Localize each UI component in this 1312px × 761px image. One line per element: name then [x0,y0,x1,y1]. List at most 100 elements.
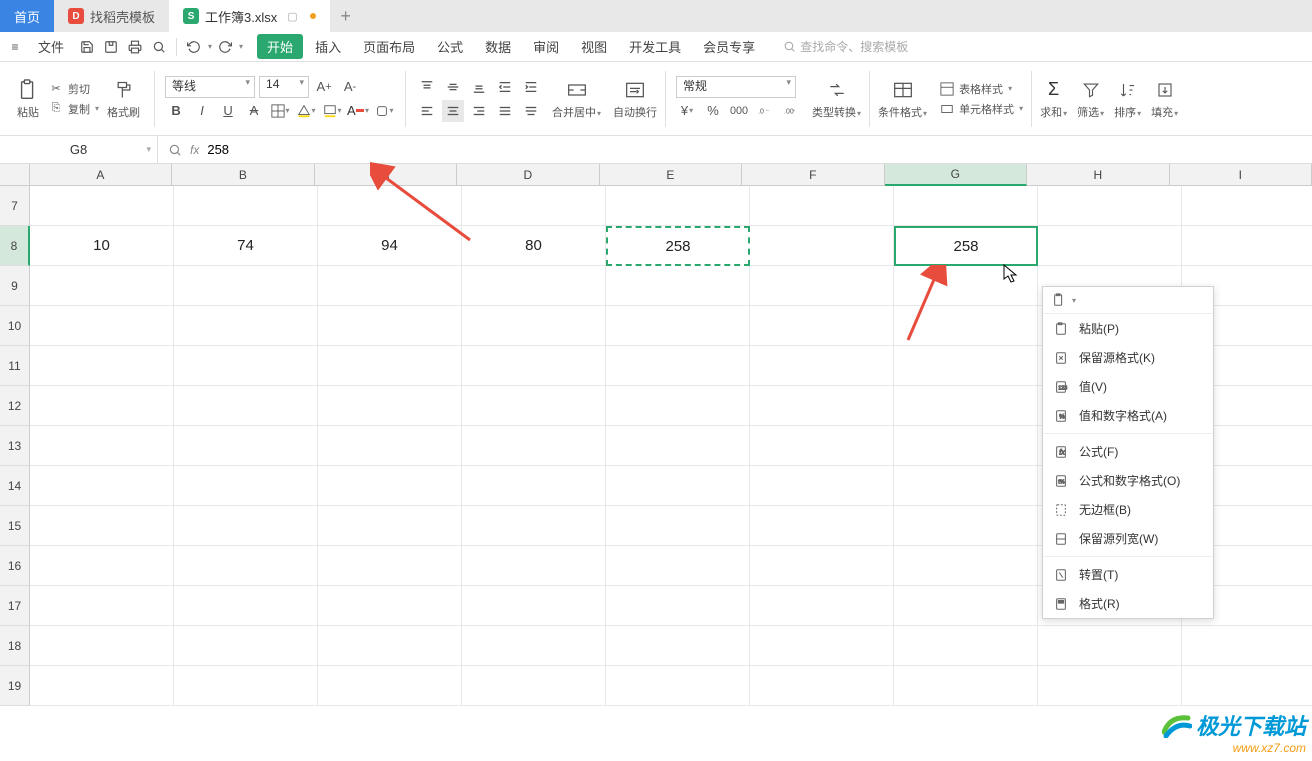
strike-button[interactable]: A [243,100,265,122]
font-color-button[interactable]: A▾ [347,100,369,122]
col-header-f[interactable]: F [742,164,884,186]
cell[interactable] [750,346,894,386]
cell[interactable] [318,306,462,346]
cell[interactable] [750,426,894,466]
cell[interactable] [318,586,462,626]
row-header-10[interactable]: 10 [0,306,30,346]
cell[interactable] [750,386,894,426]
col-header-b[interactable]: B [172,164,314,186]
cell[interactable] [894,426,1038,466]
cell[interactable] [750,586,894,626]
row-header-18[interactable]: 18 [0,626,30,666]
cell[interactable] [606,266,750,306]
indent-inc-button[interactable] [520,76,542,98]
row-header-16[interactable]: 16 [0,546,30,586]
row-header-11[interactable]: 11 [0,346,30,386]
cell[interactable] [606,186,750,226]
cell[interactable] [30,346,174,386]
cell[interactable] [30,266,174,306]
cell[interactable] [894,626,1038,666]
cell[interactable] [894,666,1038,706]
cell[interactable] [462,546,606,586]
review-menu[interactable]: 审阅 [523,33,569,60]
sort-button[interactable]: 排序▾ [1110,76,1145,122]
col-header-h[interactable]: H [1027,164,1169,186]
cell[interactable] [894,546,1038,586]
cell[interactable] [174,266,318,306]
search-box[interactable]: 查找命令、搜索模板 [783,38,908,55]
cell[interactable] [318,626,462,666]
cell[interactable] [1038,186,1182,226]
cell[interactable] [30,506,174,546]
cell[interactable] [174,586,318,626]
insert-menu[interactable]: 插入 [305,33,351,60]
cell[interactable] [318,466,462,506]
cell[interactable] [606,306,750,346]
cell[interactable] [462,386,606,426]
preview-icon[interactable] [148,36,170,58]
font-size-select[interactable]: 14 [259,76,309,98]
file-menu[interactable]: 文件 [28,33,74,60]
cell[interactable] [318,346,462,386]
comma-button[interactable]: 000 [728,100,750,122]
currency-button[interactable]: ¥▾ [676,100,698,122]
layout-menu[interactable]: 页面布局 [353,33,425,60]
cell[interactable] [750,186,894,226]
dec-dec-button[interactable]: .00→ [780,100,802,122]
row-header-15[interactable]: 15 [0,506,30,546]
merge-button[interactable]: 合并居中▾ [548,76,605,122]
bold-button[interactable]: B [165,100,187,122]
redo-icon[interactable] [214,36,236,58]
save-icon[interactable] [76,36,98,58]
cell[interactable] [606,386,750,426]
cell-i8[interactable] [1182,226,1312,266]
fill-color-button[interactable]: ▾ [295,100,317,122]
row-header-8[interactable]: 8 [0,226,30,266]
cell[interactable] [606,506,750,546]
cell[interactable] [318,666,462,706]
cell[interactable] [894,506,1038,546]
cell-h8[interactable] [1038,226,1182,266]
select-all-corner[interactable] [0,164,30,186]
cell-b8[interactable]: 74 [174,226,318,266]
cell[interactable] [894,586,1038,626]
ctx-no-border[interactable]: 无边框(B) [1043,495,1213,524]
italic-button[interactable]: I [191,100,213,122]
cell[interactable] [1038,666,1182,706]
cell[interactable] [1182,626,1312,666]
cell[interactable] [318,186,462,226]
cell[interactable] [606,346,750,386]
cell[interactable] [1038,626,1182,666]
align-left-button[interactable] [416,100,438,122]
cell[interactable] [462,666,606,706]
ctx-keep-source[interactable]: 保留源格式(K) [1043,343,1213,372]
cell-c8[interactable]: 94 [318,226,462,266]
highlight-button[interactable]: ▾ [373,100,395,122]
cell[interactable] [750,266,894,306]
cell[interactable] [606,426,750,466]
ctx-format[interactable]: 格式(R) [1043,589,1213,618]
border-button[interactable]: ▾ [269,100,291,122]
cell[interactable] [894,466,1038,506]
cell[interactable] [750,466,894,506]
indent-dec-button[interactable] [494,76,516,98]
col-header-e[interactable]: E [600,164,742,186]
start-menu[interactable]: 开始 [257,34,303,59]
cell[interactable] [1182,186,1312,226]
new-tab-button[interactable]: + [330,6,362,27]
name-box[interactable]: G8 ▾ [0,136,158,163]
cell[interactable] [318,386,462,426]
row-header-13[interactable]: 13 [0,426,30,466]
cell[interactable] [174,186,318,226]
data-menu[interactable]: 数据 [475,33,521,60]
cell[interactable] [318,426,462,466]
cut-button[interactable]: ✂ 剪切 [44,80,103,98]
cell-d8[interactable]: 80 [462,226,606,266]
row-header-19[interactable]: 19 [0,666,30,706]
cell[interactable] [30,426,174,466]
row-header-9[interactable]: 9 [0,266,30,306]
tab-docker[interactable]: D 找稻壳模板 [54,0,169,32]
col-header-i[interactable]: I [1170,164,1312,186]
col-header-d[interactable]: D [457,164,599,186]
format-painter-button[interactable]: 格式刷 [103,76,144,122]
